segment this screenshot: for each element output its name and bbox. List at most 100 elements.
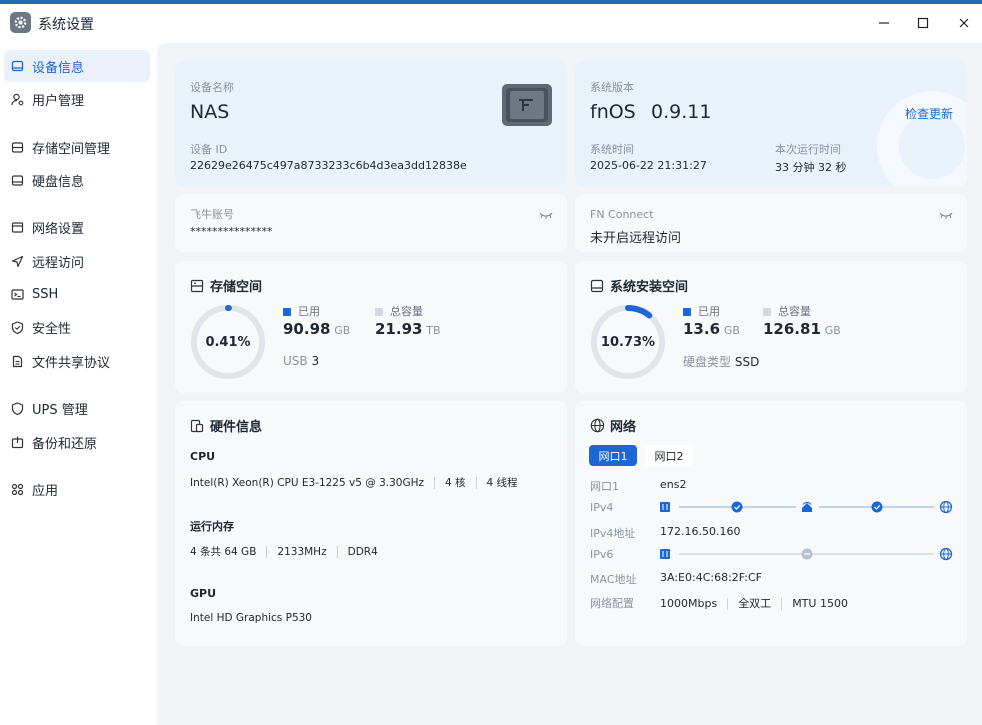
os-name: fnOS [590, 101, 636, 123]
sidebar-item-network[interactable]: 网络设置 [4, 211, 150, 243]
storage-used-label: 已用 [298, 305, 320, 318]
system-time-label: 系统时间 [590, 143, 634, 156]
sidebar-item-security[interactable]: 安全性 [4, 311, 150, 343]
fn-connect-status: 未开启远程访问 [590, 231, 682, 246]
storage-used-unit: GB [334, 324, 351, 337]
hardware-title-text: 硬件信息 [210, 420, 263, 435]
check-update-link[interactable]: 检查更新 [905, 105, 953, 122]
sysdisk-used: 13.6 GB [683, 320, 740, 338]
sidebar-item-storage-manager[interactable]: 存储空间管理 [4, 131, 150, 163]
sidebar-item-users[interactable]: 用户管理 [4, 83, 150, 115]
storage-total-legend: 总容量 [375, 303, 423, 319]
disk-type-label: 硬盘类型 [683, 355, 732, 369]
storage-title: 存储空间 [190, 276, 262, 295]
link-speed: 1000Mbps [660, 597, 718, 610]
title-bar: 系统设置 [0, 4, 982, 43]
nas-device-icon [501, 83, 553, 130]
mac-address: 3A:E0:4C:68:2F:CF [660, 571, 762, 584]
network-title: 网络 [590, 416, 636, 435]
network-config-label: 网络配置 [590, 597, 634, 610]
sidebar-item-label: 备份和还原 [32, 436, 98, 452]
network-config: 1000Mbps 全双工 MTU 1500 [660, 595, 848, 611]
ipv4-label: IPv4 [590, 501, 614, 514]
tab-port-1[interactable]: 网口1 [589, 445, 637, 466]
sysdisk-total-value: 126.81 [763, 320, 821, 338]
sidebar-item-ssh[interactable]: SSH [4, 278, 150, 310]
storage-used-legend: 已用 [283, 303, 320, 319]
network-card: 网络 网口1 网口2 网口1 ens2 IPv4 IPv4地址 172.16.5… [575, 401, 967, 646]
user-icon [11, 93, 24, 106]
sidebar-item-ups[interactable]: UPS 管理 [4, 392, 150, 424]
used-legend-swatch [683, 308, 691, 316]
cpu-model: Intel(R) Xeon(R) CPU E3-1225 v5 @ 3.30GH… [190, 477, 424, 489]
sidebar-item-label: SSH [32, 286, 59, 302]
mtu-value: MTU 1500 [792, 597, 848, 610]
cpu-threads: 4 线程 [486, 477, 518, 489]
storage-total-value: 21.93 [375, 320, 423, 338]
sidebar-item-apps[interactable]: 应用 [4, 473, 150, 505]
backup-icon [11, 436, 24, 449]
sidebar-item-backup[interactable]: 备份和还原 [4, 426, 150, 458]
shield-check-icon [11, 320, 24, 334]
sysdisk-used-value: 13.6 [683, 320, 721, 338]
storage-icon [11, 141, 24, 154]
apps-icon [11, 483, 24, 496]
duplex-mode: 全双工 [738, 597, 772, 610]
hardware-icon [190, 419, 204, 433]
sidebar: 设备信息 用户管理 存储空间管理 硬盘信息 网络设置 远程访问 SSH 安全性 … [0, 43, 157, 725]
close-button[interactable] [950, 12, 978, 34]
divider [475, 477, 477, 489]
sidebar-item-label: 远程访问 [32, 255, 85, 271]
sysdisk-total-legend: 总容量 [763, 303, 811, 319]
cpu-cores: 4 核 [445, 477, 466, 489]
sidebar-item-label: 文件共享协议 [32, 355, 111, 371]
ipv4-address: 172.16.50.160 [660, 525, 741, 538]
globe-icon [590, 418, 604, 433]
window-title: 系统设置 [38, 17, 94, 33]
uptime: 33 分钟 32 秒 [775, 161, 847, 174]
main-content: 设备名称 NAS 设备 ID 22629e26475c497a8733233c6… [157, 43, 982, 725]
minimize-button[interactable] [870, 12, 898, 34]
divider [266, 546, 268, 558]
account-value: *************** [190, 225, 273, 238]
tab-port-2[interactable]: 网口2 [645, 445, 693, 466]
sysdisk-used-legend: 已用 [683, 303, 720, 319]
sysdisk-total-label: 总容量 [778, 305, 811, 318]
send-icon [11, 255, 24, 268]
memory-label: 运行内存 [190, 520, 234, 533]
ipv4-connection-diagram [660, 500, 953, 514]
divider [781, 598, 783, 610]
system-disk-title-text: 系统安装空间 [610, 280, 689, 295]
disk-icon [11, 174, 24, 187]
os-version: 0.9.11 [651, 101, 712, 123]
sidebar-item-disk-info[interactable]: 硬盘信息 [4, 164, 150, 196]
device-name-label: 设备名称 [190, 81, 234, 94]
system-disk-percent: 10.73% [600, 335, 656, 350]
memory-info: 4 条共 64 GB 2133MHz DDR4 [190, 544, 378, 559]
sidebar-item-file-sharing[interactable]: 文件共享协议 [4, 345, 150, 377]
device-card: 设备名称 NAS 设备 ID 22629e26475c497a8733233c6… [175, 61, 567, 186]
eye-closed-icon[interactable] [939, 209, 953, 223]
sidebar-item-label: 设备信息 [32, 60, 85, 76]
ipv4-address-label: IPv4地址 [590, 527, 636, 540]
cpu-label: CPU [190, 450, 216, 463]
sidebar-item-device-info[interactable]: 设备信息 [4, 50, 150, 82]
usb-value: 3 [311, 354, 320, 368]
storage-total-label: 总容量 [390, 305, 423, 318]
storage-used: 90.98 GB [283, 320, 350, 338]
fn-connect-label: FN Connect [590, 208, 654, 221]
fn-connect-card: FN Connect 未开启远程访问 [575, 194, 967, 252]
storage-percent: 0.41% [205, 335, 251, 350]
sidebar-item-label: 硬盘信息 [32, 174, 85, 190]
eye-closed-icon[interactable] [539, 209, 553, 223]
sidebar-item-remote-access[interactable]: 远程访问 [4, 245, 150, 277]
usb-label: USB [283, 354, 308, 368]
divider [434, 477, 435, 489]
network-title-text: 网络 [610, 420, 637, 435]
uptime-label: 本次运行时间 [775, 143, 841, 156]
divider [727, 598, 729, 610]
memory-frequency: 2133MHz [277, 546, 327, 558]
sidebar-item-label: 应用 [32, 483, 59, 499]
maximize-button[interactable] [909, 12, 937, 34]
system-time: 2025-06-22 21:31:27 [590, 159, 707, 172]
